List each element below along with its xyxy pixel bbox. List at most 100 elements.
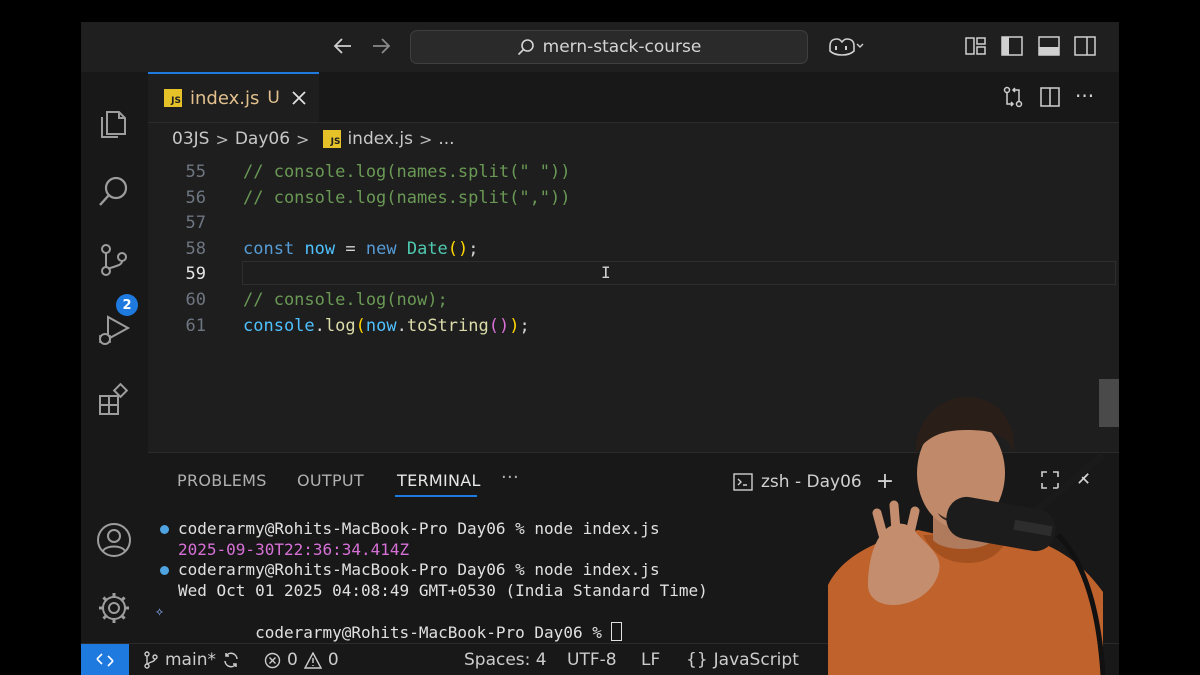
command-center-label: mern-stack-course bbox=[542, 37, 702, 57]
split-editor-button[interactable] bbox=[1039, 86, 1061, 112]
eol-label: LF bbox=[641, 650, 661, 670]
extensions-icon bbox=[99, 382, 129, 415]
problems-status-button[interactable]: 0 0 bbox=[264, 650, 339, 670]
activity-bar: 2 bbox=[81, 72, 148, 643]
line-number: 57 bbox=[185, 213, 206, 233]
activity-extensions[interactable] bbox=[96, 382, 132, 418]
token-bracket: () bbox=[488, 316, 510, 336]
token-keyword: new bbox=[365, 239, 397, 259]
split-editor-icon bbox=[1040, 87, 1060, 107]
token-operator: = bbox=[335, 239, 366, 259]
breadcrumb-folder-03js[interactable]: 03JS bbox=[172, 129, 209, 149]
token-variable: console bbox=[243, 316, 315, 336]
activity-run-debug[interactable] bbox=[96, 312, 132, 348]
forward-button[interactable] bbox=[370, 35, 392, 62]
error-icon bbox=[264, 652, 281, 668]
token-bracket: ) bbox=[509, 316, 520, 336]
more-actions-button[interactable]: ··· bbox=[1075, 84, 1094, 108]
terminal-output[interactable]: coderarmy@Rohits-MacBook-Pro Day06 % nod… bbox=[155, 519, 708, 642]
run-debug-icon bbox=[99, 315, 131, 345]
encoding-button[interactable]: UTF-8 bbox=[567, 650, 617, 670]
git-branch-button[interactable]: main* bbox=[143, 650, 240, 670]
line-number: 60 bbox=[185, 290, 206, 310]
title-bar: mern-stack-course bbox=[81, 22, 1119, 72]
text-cursor-ibeam: I bbox=[601, 263, 611, 282]
chevron-right-icon: > bbox=[418, 129, 433, 149]
remote-indicator-button[interactable] bbox=[81, 644, 129, 675]
back-button[interactable] bbox=[332, 35, 354, 62]
code-text: console.log(now.toString()); bbox=[243, 313, 530, 339]
tab-index-js[interactable]: JS index.js U bbox=[148, 72, 319, 122]
command-success-dot bbox=[160, 525, 169, 534]
git-branch-icon bbox=[144, 651, 158, 669]
webcam-overlay bbox=[828, 395, 1110, 675]
search-icon bbox=[517, 39, 534, 56]
code-line: 59 bbox=[148, 261, 1119, 287]
code-line: 56 // console.log(names.split(",")) bbox=[148, 185, 1119, 211]
sparkle-icon: ✧ bbox=[155, 602, 165, 620]
activity-search[interactable] bbox=[96, 174, 132, 210]
activity-manage[interactable] bbox=[96, 590, 132, 626]
terminal-line: ✧ coderarmy@Rohits-MacBook-Pro Day06 % bbox=[155, 601, 708, 642]
files-icon bbox=[101, 111, 126, 138]
token-bracket: () bbox=[447, 239, 469, 259]
chevron-right-icon: > bbox=[215, 129, 229, 149]
javascript-file-icon: JS bbox=[164, 89, 182, 107]
token-punctuation: ; bbox=[519, 316, 530, 336]
tab-close-button[interactable] bbox=[292, 86, 306, 110]
code-text: // console.log(names.split(" ")) bbox=[243, 162, 571, 182]
ellipsis-icon: ··· bbox=[1075, 84, 1095, 108]
terminal-output-text: 2025-09-30T22:36:34.414Z bbox=[178, 539, 410, 559]
toggle-primary-sidebar-button[interactable] bbox=[1001, 36, 1023, 60]
search-icon bbox=[99, 176, 128, 206]
code-line: 55 // console.log(names.split(" ")) bbox=[148, 159, 1119, 185]
breadcrumb-file[interactable]: index.js bbox=[347, 129, 413, 149]
sync-icon bbox=[224, 652, 238, 668]
terminal-prompt: coderarmy@Rohits-MacBook-Pro Day06 % nod… bbox=[178, 560, 660, 579]
code-line: 61 console.log(now.toString()); bbox=[148, 313, 1119, 339]
javascript-file-icon: JS bbox=[323, 130, 342, 148]
line-number: 59 bbox=[185, 264, 206, 284]
eol-button[interactable]: LF bbox=[641, 650, 660, 670]
open-changes-button[interactable] bbox=[1002, 86, 1024, 112]
terminal-icon bbox=[733, 472, 753, 491]
terminal-prompt: coderarmy@Rohits-MacBook-Pro Day06 % bbox=[255, 622, 612, 642]
panel-bottom-icon bbox=[1038, 36, 1060, 56]
toggle-secondary-sidebar-button[interactable] bbox=[1074, 36, 1096, 60]
line-number: 58 bbox=[185, 239, 206, 259]
language-label: JavaScript bbox=[713, 650, 799, 670]
line-number: 56 bbox=[185, 188, 206, 208]
activity-accounts[interactable] bbox=[96, 522, 132, 558]
close-icon bbox=[292, 91, 306, 105]
warning-icon bbox=[303, 651, 322, 669]
tab-label: index.js bbox=[190, 87, 260, 109]
indentation-button[interactable]: Spaces: 4 bbox=[464, 650, 547, 670]
token-punctuation: . bbox=[396, 316, 407, 336]
breadcrumb-symbols[interactable]: ... bbox=[438, 129, 454, 149]
arrow-left-icon bbox=[333, 38, 351, 54]
sidebar-right-icon bbox=[1074, 36, 1096, 56]
gear-icon bbox=[99, 593, 129, 623]
activity-source-control[interactable] bbox=[96, 242, 132, 278]
token-function: toString bbox=[406, 316, 489, 336]
code-text: // console.log(names.split(",")) bbox=[243, 188, 571, 208]
activity-explorer[interactable] bbox=[96, 106, 132, 142]
customize-layout-button[interactable] bbox=[965, 36, 987, 60]
token-class: Date bbox=[406, 239, 448, 259]
tab-terminal[interactable]: TERMINAL bbox=[397, 471, 481, 490]
tab-output[interactable]: OUTPUT bbox=[297, 471, 364, 490]
code-line: 57 bbox=[148, 210, 1119, 236]
editor-tab-bar: JS index.js U ··· bbox=[148, 72, 1119, 123]
error-count: 0 bbox=[287, 650, 298, 670]
breadcrumb: 03JS > Day06 > JS index.js > ... bbox=[148, 123, 1119, 155]
terminal-output-text: Wed Oct 01 2025 04:08:49 GMT+0530 (India… bbox=[178, 580, 708, 600]
panel-more-button[interactable]: ··· bbox=[501, 467, 519, 488]
breadcrumb-folder-day06[interactable]: Day06 bbox=[235, 129, 290, 149]
language-mode-button[interactable]: {} JavaScript bbox=[686, 650, 799, 670]
copilot-button[interactable] bbox=[826, 36, 864, 62]
code-line: 60 // console.log(now); bbox=[148, 287, 1119, 313]
toggle-panel-button[interactable] bbox=[1038, 36, 1060, 60]
token-function: log bbox=[324, 316, 356, 336]
tab-problems[interactable]: PROBLEMS bbox=[177, 471, 267, 490]
command-center-search[interactable]: mern-stack-course bbox=[410, 30, 808, 64]
